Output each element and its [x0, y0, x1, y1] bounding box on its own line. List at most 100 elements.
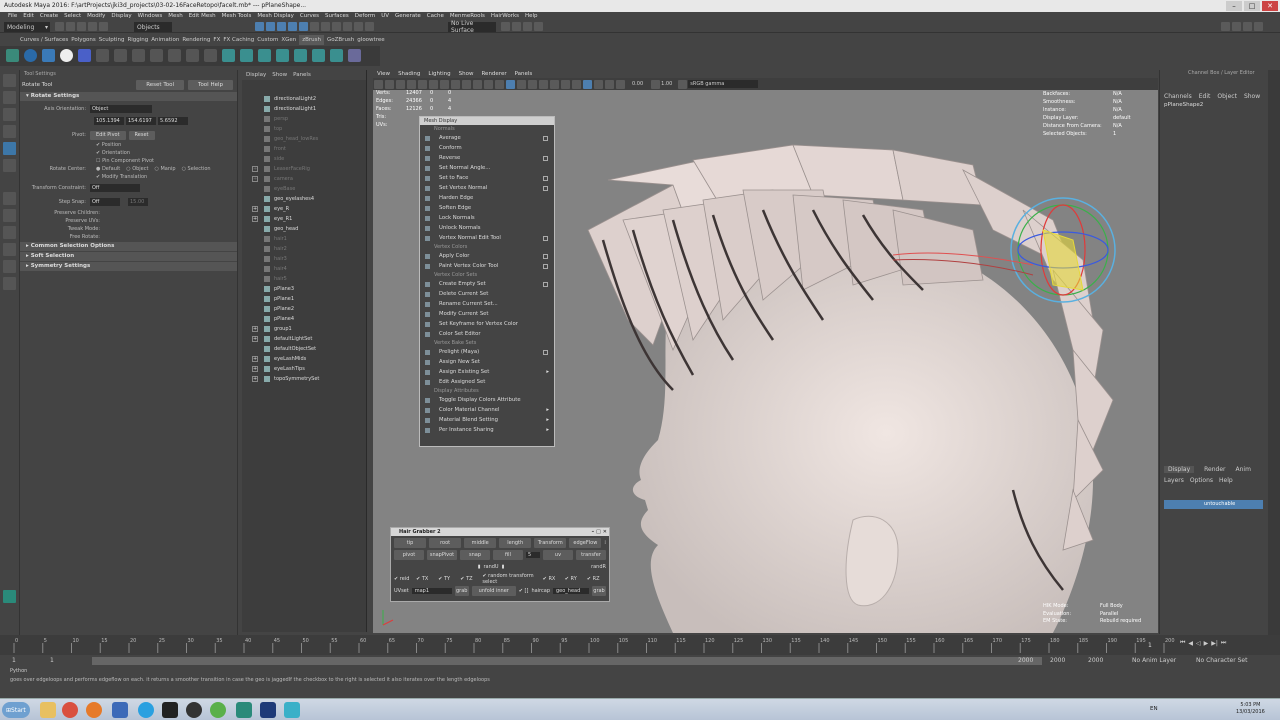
menu-mesh-display[interactable]: Mesh Display	[257, 12, 294, 21]
shelf-tool-icon-10[interactable]	[258, 49, 271, 62]
hg-unfold-button[interactable]: unfold inner	[471, 585, 516, 596]
step-forward-icon[interactable]: ▶|	[1211, 640, 1218, 647]
menu-edit-mesh[interactable]: Edit Mesh	[189, 12, 216, 21]
outliner-item[interactable]: hair2	[242, 244, 366, 254]
hg-maximize-icon[interactable]: □	[596, 528, 601, 536]
menu-item[interactable]: Conform	[420, 143, 554, 153]
vp-safe-title-icon[interactable]	[484, 79, 493, 89]
hg-fill-button[interactable]: fill	[493, 549, 523, 560]
shelf-tab-custom[interactable]: Custom	[257, 35, 278, 45]
attribute-editor-icon[interactable]	[1232, 22, 1241, 31]
menu-generate[interactable]: Generate	[395, 12, 421, 21]
objects-dropdown[interactable]: Objects	[134, 22, 172, 32]
paint-select-icon[interactable]	[3, 108, 16, 121]
vp-xray-icon[interactable]	[594, 79, 603, 89]
menu-curves[interactable]: Curves	[300, 12, 319, 21]
option-box-icon[interactable]	[543, 264, 548, 269]
vp-menu-renderer[interactable]: Renderer	[481, 70, 506, 78]
expand-icon[interactable]: +	[252, 206, 258, 212]
vp-menu-shading[interactable]: Shading	[398, 70, 420, 78]
shelf-tool-icon-7[interactable]	[204, 49, 217, 62]
shelf-muv-icon[interactable]	[42, 49, 55, 62]
range-start-field[interactable]: 1	[12, 657, 16, 664]
menu-item[interactable]: Unlock Normals	[420, 223, 554, 233]
vp-shadows-icon[interactable]	[550, 79, 559, 89]
hg-reid-toggle[interactable]: ✔ reid	[394, 576, 413, 582]
menu-item[interactable]: Create Empty Set	[420, 279, 554, 289]
hg-minimize-icon[interactable]: –	[592, 528, 595, 536]
outliner-item[interactable]: directionalLight1	[242, 104, 366, 114]
vp-xray-joints-icon[interactable]	[605, 79, 614, 89]
outliner-menu-display[interactable]: Display	[246, 70, 266, 80]
shelf-tab-fx-caching[interactable]: FX Caching	[223, 35, 254, 45]
shelf-tab-gloowtree[interactable]: gloowtree	[357, 35, 384, 45]
vp-gate-mask-icon[interactable]	[451, 79, 460, 89]
mode-dropdown[interactable]: Modeling ▾	[4, 22, 50, 32]
vp-resolution-gate-icon[interactable]	[440, 79, 449, 89]
menu-item[interactable]: Delete Current Set	[420, 289, 554, 299]
menu-item[interactable]: Apply Color	[420, 251, 554, 261]
clock[interactable]: 5:03 PM 13/03/2016	[1236, 702, 1265, 716]
menu-file[interactable]: File	[8, 12, 17, 21]
common-selection-section[interactable]: ▸ Common Selection Options	[20, 242, 237, 251]
redo-icon[interactable]	[99, 22, 108, 31]
vp-bookmark-icon[interactable]	[396, 79, 405, 89]
cb-menu-show[interactable]: Show	[1244, 93, 1260, 100]
range-startb-field[interactable]: 1	[50, 657, 54, 664]
word-taskbar-icon[interactable]	[112, 702, 128, 718]
menu-item[interactable]: Lock Normals	[420, 213, 554, 223]
shelf-tool-icon-4[interactable]	[150, 49, 163, 62]
hypershade-icon[interactable]	[534, 22, 543, 31]
symmetry-settings-section[interactable]: ▸ Symmetry Settings	[20, 262, 237, 271]
vp-textured-icon[interactable]	[528, 79, 537, 89]
outliner-item[interactable]: eyeBase	[242, 184, 366, 194]
mudbox-icon[interactable]	[3, 590, 16, 603]
shelf-tab-fx[interactable]: FX	[213, 35, 220, 45]
shelf-tab-xgen[interactable]: XGen	[281, 35, 296, 45]
hg-pivot-button[interactable]: pivot	[394, 549, 424, 560]
step-back-icon[interactable]: ◀	[1188, 640, 1193, 647]
rc-default-radio[interactable]: ● Default	[96, 165, 120, 173]
option-box-icon[interactable]	[543, 254, 548, 259]
menu-item[interactable]: Toggle Display Colors Attribute	[420, 395, 554, 405]
layer-menu-help[interactable]: Help	[1219, 477, 1233, 484]
menu-item[interactable]: Rename Current Set...	[420, 299, 554, 309]
mesh-display-title[interactable]: Mesh Display	[420, 117, 554, 125]
menu-cache[interactable]: Cache	[427, 12, 444, 21]
shelf-gear-icon[interactable]	[6, 49, 19, 62]
render-settings-icon[interactable]	[523, 22, 532, 31]
option-box-icon[interactable]	[543, 350, 548, 355]
channel-box-object[interactable]: pPlaneShape2	[1160, 102, 1267, 108]
option-box-icon[interactable]	[543, 282, 548, 287]
outliner-item[interactable]: + group1	[242, 324, 366, 334]
component-mode-icon[interactable]	[266, 22, 275, 31]
menu-item[interactable]: Edit Assigned Set	[420, 377, 554, 387]
shelf-tool-icon-13[interactable]	[312, 49, 325, 62]
pin-pivot-checkbox[interactable]: ☐ Pin Component Pivot	[20, 157, 237, 165]
tool-settings-icon[interactable]	[1243, 22, 1252, 31]
hg-length-button[interactable]: length	[499, 537, 532, 548]
outliner-item[interactable]: pPlane2	[242, 304, 366, 314]
hg-slider2-handle[interactable]: ▮	[502, 564, 505, 570]
option-box-icon[interactable]	[543, 236, 548, 241]
menu-item[interactable]: Set Normal Angle...	[420, 163, 554, 173]
shelf-tool-icon-5[interactable]	[168, 49, 181, 62]
menu-edit[interactable]: Edit	[23, 12, 34, 21]
hg-uv-button[interactable]: uv	[543, 549, 573, 560]
shelf-tool-icon-14[interactable]	[330, 49, 343, 62]
expand-icon[interactable]: +	[252, 326, 258, 332]
outliner-item[interactable]: + topoSymmetrySet	[242, 374, 366, 384]
time-slider[interactable]: 0 5 10 15 20 25 30 35 40 45 50 55 60 65 70 75 80 85 90 95 10…	[0, 635, 1280, 655]
firefox-taskbar-icon[interactable]	[86, 702, 102, 718]
menu-mesh[interactable]: Mesh	[168, 12, 182, 21]
hg-rz-toggle[interactable]: ✔ RZ	[587, 576, 606, 582]
menu-item[interactable]: Color Set Editor	[420, 329, 554, 339]
outliner-item[interactable]: pPlane3	[242, 284, 366, 294]
shelf-tool-icon-6[interactable]	[186, 49, 199, 62]
menu-item[interactable]: Average	[420, 133, 554, 143]
rc-selection-radio[interactable]: ○ Selection	[182, 165, 211, 173]
photoshop-taskbar-icon[interactable]	[260, 702, 276, 718]
hg-rx-toggle[interactable]: ✔ RX	[543, 576, 562, 582]
hg-tip-button[interactable]: tip	[394, 537, 427, 548]
position-checkbox[interactable]: ✔ Position	[20, 141, 237, 149]
